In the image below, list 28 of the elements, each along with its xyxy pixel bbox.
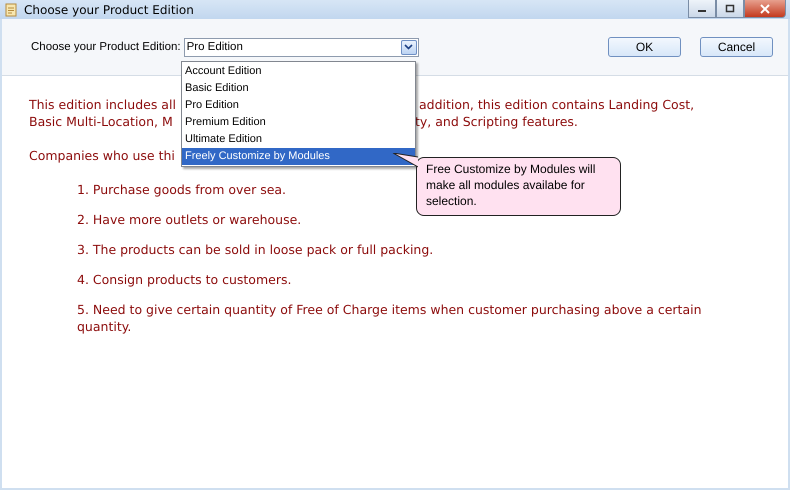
- list-item-text: 1. Purchase goods from over sea.: [77, 181, 286, 198]
- dropdown-option[interactable]: Ultimate Edition: [182, 131, 415, 148]
- dialog-button[interactable]: OK: [608, 37, 681, 57]
- dialog-button[interactable]: Cancel: [700, 37, 773, 57]
- list-item-text: 2. Have more outlets or warehouse.: [77, 211, 302, 228]
- dropdown-option[interactable]: Pro Edition: [182, 97, 415, 114]
- window-title: Choose your Product Edition: [24, 2, 195, 16]
- dropdown-option[interactable]: Account Edition: [182, 63, 415, 80]
- list-item-text: 4. Consign products to customers.: [77, 271, 292, 288]
- tooltip-text: Free Customize by Modules will make all modules availabe for selection.: [426, 162, 596, 208]
- close-button[interactable]: [744, 0, 786, 18]
- list-item-text: 5. Need to give certain quantity of Free of Charge items when customer purchasing above a certain quantity.: [77, 301, 702, 335]
- description-text: ty, and Scripting features.: [415, 113, 578, 130]
- dropdown-option[interactable]: Freely Customize by Modules: [182, 148, 415, 165]
- list-item-text: 3. The products can be sold in loose pack or full packing.: [77, 241, 434, 258]
- dropdown-option[interactable]: Basic Edition: [182, 80, 415, 97]
- description-text: addition, this edition contains Landing Cost,: [418, 96, 694, 113]
- notepad-icon: [4, 2, 18, 16]
- close-icon: [759, 4, 771, 14]
- edition-dropdown[interactable]: Pro Edition: [184, 38, 419, 56]
- description-text: Basic Multi-Location, M: [29, 113, 174, 130]
- maximize-icon: [725, 4, 735, 13]
- description-text: This edition includes all: [29, 96, 177, 113]
- maximize-button[interactable]: [716, 0, 744, 18]
- field-label: Choose your Product Edition:: [31, 41, 181, 53]
- minimize-button[interactable]: [688, 0, 716, 18]
- description-text: Companies who use thi: [29, 147, 176, 164]
- dropdown-option[interactable]: Premium Edition: [182, 114, 415, 131]
